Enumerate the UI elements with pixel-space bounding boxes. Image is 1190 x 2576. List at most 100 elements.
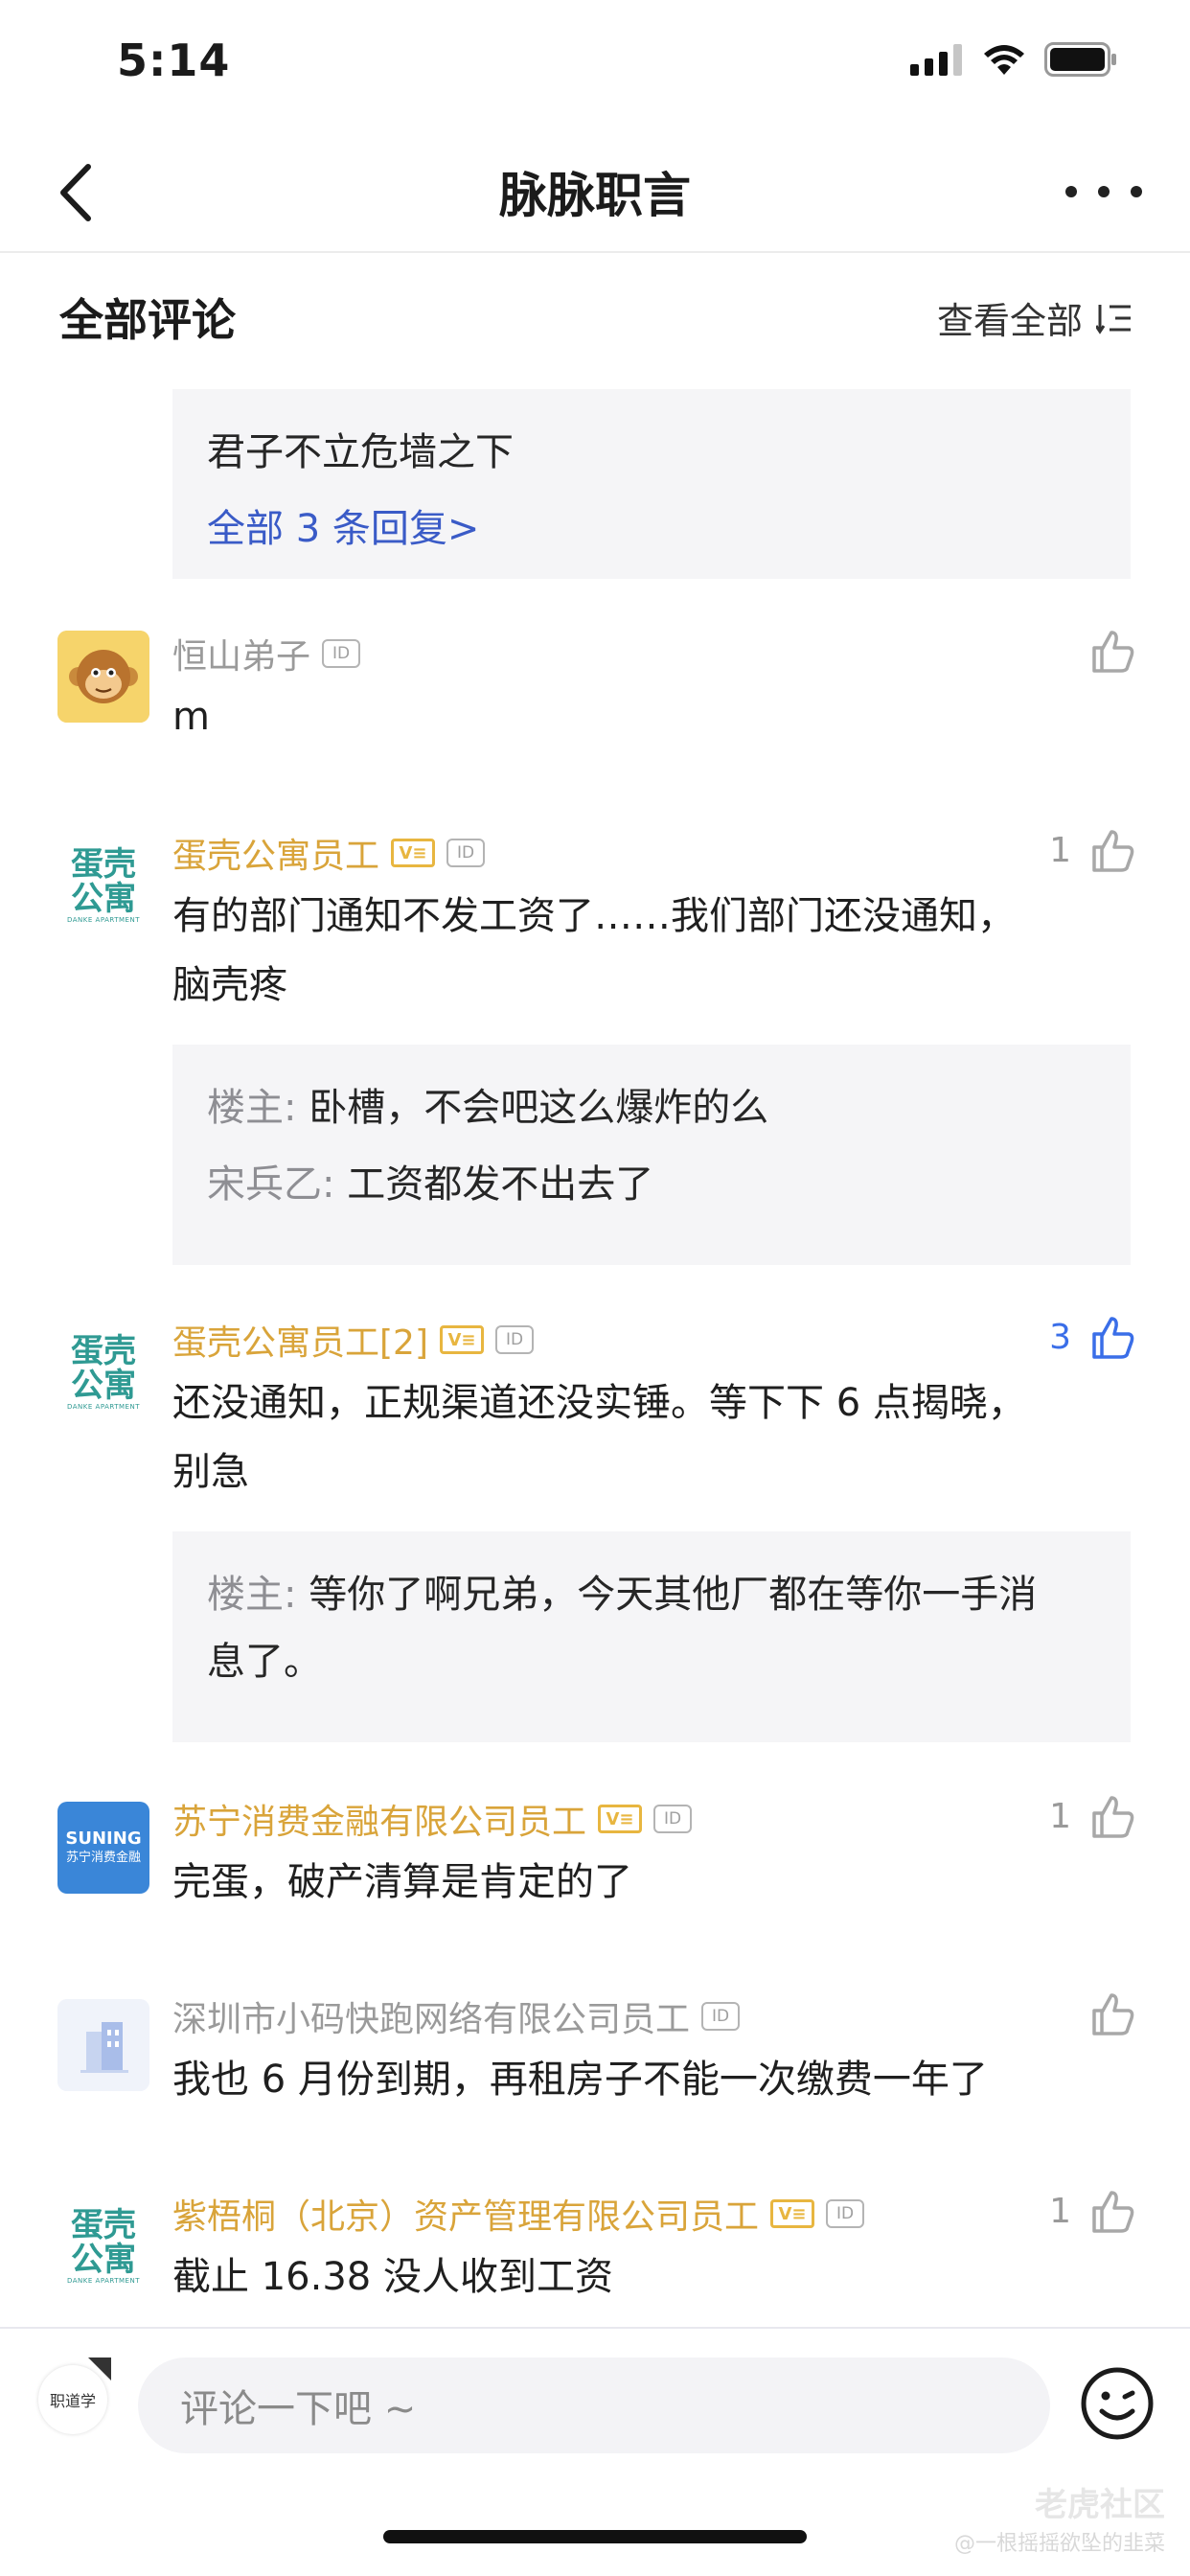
verified-badge-icon: V≡ xyxy=(598,1805,643,1833)
author-name[interactable]: 深圳市小码快跑网络有限公司员工 xyxy=(172,1991,690,2041)
id-badge: ID xyxy=(701,2002,741,2031)
like-button[interactable] xyxy=(1071,1990,1136,2037)
comment-text: 截止 16.38 没人收到工资 xyxy=(172,2255,613,2299)
reply-item: 宋兵乙: 工资都发不出去了 xyxy=(207,1146,1096,1223)
author-name[interactable]: 苏宁消费金融有限公司员工 xyxy=(172,1794,586,1844)
reply-item: 楼主: 等你了啊兄弟，今天其他厂都在等你一手消 xyxy=(207,1556,1096,1633)
reply-text: 卧槽，不会吧这么爆炸的么 xyxy=(309,1086,769,1130)
avatar-logo-text: 蛋壳 公寓 xyxy=(71,1332,136,1405)
author-name[interactable]: 蛋壳公寓员工[2] xyxy=(172,1315,428,1365)
signal-icon xyxy=(910,44,962,76)
thumbs-up-icon xyxy=(1092,1317,1134,1359)
avatar-logo-text: 蛋壳 公寓 xyxy=(71,845,136,918)
comment-text: 有的部门通知不发工资了……我们部门还没通知， 脑壳疼 xyxy=(172,882,1104,1020)
id-badge: ID xyxy=(322,639,361,668)
reply-box: 君子不立危墙之下 全部 3 条回复> xyxy=(172,389,1131,579)
like-count: 1 xyxy=(1049,830,1071,870)
avatar-logo-sub: DANKE APARTMENT xyxy=(67,916,140,924)
comment-text-line: 还没通知，正规渠道还没实锤。等下下 6 点揭晓， xyxy=(172,1381,1026,1425)
author-row: 蛋壳公寓员工 V≡ ID xyxy=(172,826,486,880)
sort-list-icon xyxy=(1096,304,1131,334)
id-badge: ID xyxy=(653,1805,693,1833)
comment-item: 蛋壳 公寓 DANKE APARTMENT 蛋壳公寓员工 V≡ ID 1 有的部门… xyxy=(0,826,1190,1267)
like-count: 3 xyxy=(1049,1317,1071,1357)
building-avatar-icon xyxy=(57,1999,149,2091)
comment-text: 完蛋，破产清算是肯定的了 xyxy=(172,1860,632,1904)
reply-text: 息了。 xyxy=(207,1640,322,1684)
reply-item: 楼主: 卧槽，不会吧这么爆炸的么 xyxy=(207,1070,1096,1146)
nav-bar: 脉脉职言 xyxy=(0,134,1190,253)
avatar-logo-text: 蛋壳 公寓 xyxy=(71,2206,136,2279)
avatar[interactable]: 蛋壳 公寓 DANKE APARTMENT xyxy=(57,1326,149,1418)
section-title: 全部评论 xyxy=(59,294,236,346)
author-name[interactable]: 紫梧桐（北京）资产管理有限公司员工 xyxy=(172,2189,759,2239)
like-button[interactable]: 1 xyxy=(1049,826,1136,874)
wifi-icon xyxy=(984,45,1024,75)
like-button[interactable]: 1 xyxy=(1049,1792,1136,1840)
verified-badge-icon: V≡ xyxy=(391,839,436,867)
more-dot xyxy=(1098,186,1110,197)
id-badge: ID xyxy=(826,2199,865,2228)
author-row: 苏宁消费金融有限公司员工 V≡ ID xyxy=(172,1792,693,1846)
like-button[interactable] xyxy=(1071,627,1136,675)
view-all-button[interactable]: 查看全部 xyxy=(937,291,1134,344)
watermark-sub: @一根摇摇欲坠的韭菜 xyxy=(953,2532,1165,2556)
more-icon[interactable] xyxy=(1065,172,1142,211)
comments-header: 全部评论 查看全部 xyxy=(59,286,1134,355)
reply-text: 君子不立危墙之下 xyxy=(207,430,514,474)
all-replies-link[interactable]: 全部 3 条回复> xyxy=(207,491,1096,567)
reply-box[interactable]: 楼主: 卧槽，不会吧这么爆炸的么 宋兵乙: 工资都发不出去了 xyxy=(172,1045,1131,1265)
thumbs-up-icon xyxy=(1092,1993,1134,2036)
more-dot xyxy=(1131,186,1142,197)
comment-text: m xyxy=(172,695,210,739)
avatar[interactable] xyxy=(57,1999,149,2091)
author-row: 蛋壳公寓员工[2] V≡ ID xyxy=(172,1313,534,1367)
thumbs-up-icon xyxy=(1092,2191,1134,2233)
status-icons xyxy=(910,42,1117,77)
corner-badge-icon xyxy=(88,2358,111,2380)
comment-item: SUNING 苏宁消费金融 苏宁消费金融有限公司员工 V≡ ID 1 完蛋，破产… xyxy=(0,1792,1190,1926)
avatar-logo-sub: DANKE APARTMENT xyxy=(67,1403,140,1411)
avatar[interactable]: 蛋壳 公寓 DANKE APARTMENT xyxy=(57,2200,149,2292)
reply-box[interactable]: 楼主: 等你了啊兄弟，今天其他厂都在等你一手消 息了。 xyxy=(172,1531,1131,1742)
emoji-icon[interactable] xyxy=(1079,2365,1156,2442)
comment-text: 还没通知，正规渠道还没实锤。等下下 6 点揭晓， 别急 xyxy=(172,1368,1104,1506)
comment-text-line: 脑壳疼 xyxy=(172,963,287,1007)
author-name[interactable]: 蛋壳公寓员工 xyxy=(172,828,379,878)
battery-icon xyxy=(1044,42,1116,77)
comment-item: 蛋壳 公寓 DANKE APARTMENT 蛋壳公寓员工[2] V≡ ID 3 还… xyxy=(0,1313,1190,1744)
avatar[interactable]: 蛋壳 公寓 DANKE APARTMENT xyxy=(57,840,149,932)
author-row: 恒山弟子 ID xyxy=(172,627,361,680)
comment-item: 蛋壳 公寓 DANKE APARTMENT 紫梧桐（北京）资产管理有限公司员工 V… xyxy=(0,2187,1190,2321)
like-button[interactable]: 1 xyxy=(1049,2187,1136,2235)
reply-text: 工资都发不出去了 xyxy=(347,1162,654,1207)
comment-input[interactable]: 评论一下吧 ~ xyxy=(138,2358,1050,2453)
verified-badge-icon: V≡ xyxy=(770,2199,815,2228)
author-row: 深圳市小码快跑网络有限公司员工 ID xyxy=(172,1990,741,2043)
reply-text: 等你了啊兄弟，今天其他厂都在等你一手消 xyxy=(309,1573,1038,1617)
comment-text: 我也 6 月份到期，再租房子不能一次缴费一年了 xyxy=(172,2058,988,2102)
reply-author: 楼主: xyxy=(207,1086,297,1130)
comment-item: 深圳市小码快跑网络有限公司员工 ID 我也 6 月份到期，再租房子不能一次缴费一… xyxy=(0,1990,1190,2124)
watermark: 老虎社区 xyxy=(1035,2486,1165,2524)
comment-text-line: 别急 xyxy=(172,1450,249,1494)
status-time: 5:14 xyxy=(117,34,231,86)
author-name[interactable]: 恒山弟子 xyxy=(172,629,310,678)
home-indicator[interactable] xyxy=(383,2530,807,2543)
id-badge: ID xyxy=(495,1325,534,1354)
page-title: 脉脉职言 xyxy=(499,168,691,223)
thumbs-up-icon xyxy=(1092,830,1134,872)
thumbs-up-icon xyxy=(1092,631,1134,673)
status-bar: 5:14 xyxy=(0,0,1190,134)
like-button[interactable]: 3 xyxy=(1049,1313,1136,1361)
author-row: 紫梧桐（北京）资产管理有限公司员工 V≡ ID xyxy=(172,2187,865,2241)
verified-badge-icon: V≡ xyxy=(440,1325,484,1354)
monkey-avatar-icon xyxy=(57,631,149,723)
more-dot xyxy=(1065,186,1077,197)
avatar-logo-sub: 苏宁消费金融 xyxy=(65,1851,141,1865)
avatar[interactable] xyxy=(57,631,149,723)
avatar[interactable]: SUNING 苏宁消费金融 xyxy=(57,1802,149,1894)
comment-item: 恒山弟子 ID m xyxy=(0,627,1190,742)
view-all-label: 查看全部 xyxy=(936,300,1083,342)
reply-author: 楼主: xyxy=(207,1573,297,1617)
